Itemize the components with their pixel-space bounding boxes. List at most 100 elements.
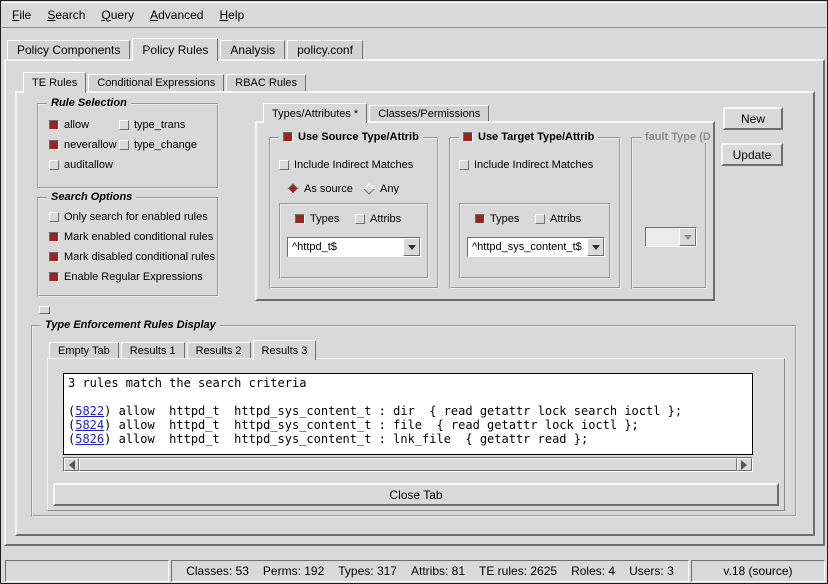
pane-sash-handle[interactable] xyxy=(39,306,50,314)
checkbox-source-types[interactable]: Types xyxy=(295,213,339,225)
checkbox-target-indirect[interactable]: Include Indirect Matches xyxy=(459,159,593,171)
default-type-combobox xyxy=(645,227,697,247)
target-type-combobox[interactable]: ^httpd_sys_content_t$ xyxy=(467,237,605,257)
checkbox-source-attribs[interactable]: Attribs xyxy=(355,213,401,225)
target-type-group: Use Target Type/Attrib Include Indirect … xyxy=(449,137,621,289)
checkbox-indicator xyxy=(295,214,305,224)
radio-indicator xyxy=(363,183,374,194)
rules-tab-bar: TE Rules Conditional Expressions RBAC Ru… xyxy=(23,70,308,93)
checkbox-type-trans[interactable]: type_trans xyxy=(119,119,185,131)
tab-te-rules[interactable]: TE Rules xyxy=(23,72,86,93)
tab-label: Results 1 xyxy=(130,345,176,357)
stat-te-rules: TE rules: 2625 xyxy=(479,564,557,578)
tab-label: Results 2 xyxy=(196,345,242,357)
rule-text: ) allow httpd_t httpd_sys_content_t : fi… xyxy=(104,418,639,432)
tab-empty[interactable]: Empty Tab xyxy=(49,342,119,358)
rule-line: (5822) allow httpd_t httpd_sys_content_t… xyxy=(68,404,748,418)
blank-line xyxy=(68,390,748,404)
version-label: v.18 (source) xyxy=(723,564,792,578)
stat-roles: Roles: 4 xyxy=(571,564,615,578)
target-types-box: Types Attribs ^httpd_sys_content_t$ xyxy=(459,203,611,279)
checkbox-label: Only search for enabled rules xyxy=(64,211,208,223)
tab-label: policy.conf xyxy=(297,43,353,57)
group-title-label: fault Type (Disa xyxy=(641,131,711,143)
checkbox-regex[interactable]: Enable Regular Expressions xyxy=(49,271,203,283)
checkbox-indicator xyxy=(475,214,485,224)
tab-analysis[interactable]: Analysis xyxy=(220,40,285,59)
stat-attribs: Attribs: 81 xyxy=(411,564,465,578)
radio-as-source[interactable]: As source xyxy=(287,183,353,195)
checkbox-label: auditallow xyxy=(64,159,113,171)
checkbox-target-attribs[interactable]: Attribs xyxy=(535,213,581,225)
update-button[interactable]: Update xyxy=(721,143,783,166)
tab-label: Empty Tab xyxy=(58,345,110,357)
tab-label: RBAC Rules xyxy=(235,77,297,89)
rule-id-link[interactable]: 5824 xyxy=(75,418,104,432)
scroll-right-button[interactable] xyxy=(737,458,752,471)
rule-selection-group: Rule Selection allow type_trans neverall… xyxy=(37,103,219,189)
checkbox-indicator xyxy=(119,140,129,150)
statusbar-stats-segment: Classes: 53 Perms: 192 Types: 317 Attrib… xyxy=(171,560,689,582)
checkbox-use-target[interactable] xyxy=(463,132,473,142)
tab-label: Policy Components xyxy=(17,43,120,57)
checkbox-use-source[interactable] xyxy=(283,132,293,142)
tab-conditional-expressions[interactable]: Conditional Expressions xyxy=(88,74,224,91)
tab-results-2[interactable]: Results 2 xyxy=(187,342,251,358)
checkbox-label: type_trans xyxy=(134,119,185,131)
rule-id-link[interactable]: 5822 xyxy=(75,404,104,418)
checkbox-mark-enabled[interactable]: Mark enabled conditional rules xyxy=(49,231,213,243)
checkbox-mark-disabled[interactable]: Mark disabled conditional rules xyxy=(49,251,215,263)
checkbox-indicator xyxy=(355,214,365,224)
checkbox-indicator xyxy=(49,212,59,222)
chevron-down-icon xyxy=(408,245,416,254)
checkbox-source-indirect[interactable]: Include Indirect Matches xyxy=(279,159,413,171)
checkbox-target-types[interactable]: Types xyxy=(475,213,519,225)
tab-policy-conf[interactable]: policy.conf xyxy=(287,40,363,59)
new-button[interactable]: New xyxy=(723,107,783,130)
tab-policy-rules[interactable]: Policy Rules xyxy=(132,38,218,61)
tab-rbac-rules[interactable]: RBAC Rules xyxy=(226,74,306,91)
scroll-left-button[interactable] xyxy=(64,458,79,471)
button-label: Update xyxy=(733,148,772,162)
menu-help[interactable]: Help xyxy=(211,4,252,26)
chevron-down-icon xyxy=(684,235,692,244)
radio-any[interactable]: Any xyxy=(363,183,399,195)
close-tab-button[interactable]: Close Tab xyxy=(53,483,779,506)
checkbox-indicator xyxy=(463,132,473,142)
combobox-value: ^httpd_sys_content_t$ xyxy=(468,238,587,256)
default-type-group: fault Type (Disa xyxy=(631,137,707,289)
checkbox-type-change[interactable]: type_change xyxy=(119,139,197,151)
tab-label: Results 3 xyxy=(262,345,308,357)
tab-results-3[interactable]: Results 3 xyxy=(253,340,317,360)
tab-results-1[interactable]: Results 1 xyxy=(121,342,185,358)
checkbox-only-enabled[interactable]: Only search for enabled rules xyxy=(49,211,208,223)
menu-advanced[interactable]: Advanced xyxy=(142,4,211,26)
horizontal-scrollbar[interactable] xyxy=(63,457,753,472)
checkbox-label: neverallow xyxy=(64,139,117,151)
group-title-label: Use Target Type/Attrib xyxy=(478,131,594,143)
source-type-combobox[interactable]: ^httpd_t$ xyxy=(287,237,421,257)
menu-query[interactable]: Query xyxy=(93,4,142,26)
checkbox-neverallow[interactable]: neverallow xyxy=(49,139,117,151)
checkbox-indicator xyxy=(279,160,289,170)
tab-policy-components[interactable]: Policy Components xyxy=(7,40,130,59)
tab-types-attributes[interactable]: Types/Attributes * xyxy=(263,103,367,123)
source-type-group: Use Source Type/Attrib Include Indirect … xyxy=(269,137,439,289)
arrow-left-icon xyxy=(64,460,75,470)
rule-id-link[interactable]: 5826 xyxy=(75,432,104,446)
combobox-dropdown-button[interactable] xyxy=(403,238,420,256)
checkbox-auditallow[interactable]: auditallow xyxy=(49,159,113,171)
combobox-dropdown-button[interactable] xyxy=(587,238,604,256)
scrollbar-thumb[interactable] xyxy=(79,458,737,471)
checkbox-label: type_change xyxy=(134,139,197,151)
menu-search[interactable]: Search xyxy=(39,4,93,26)
group-title: Search Options xyxy=(47,191,136,203)
checkbox-indicator xyxy=(283,132,293,142)
statusbar-version-segment: v.18 (source) xyxy=(691,560,825,582)
tab-classes-permissions[interactable]: Classes/Permissions xyxy=(369,105,489,121)
menu-file[interactable]: File xyxy=(4,4,39,26)
combobox-value xyxy=(646,228,679,246)
checkbox-indicator xyxy=(49,252,59,262)
stat-classes: Classes: 53 xyxy=(186,564,249,578)
checkbox-allow[interactable]: allow xyxy=(49,119,89,131)
